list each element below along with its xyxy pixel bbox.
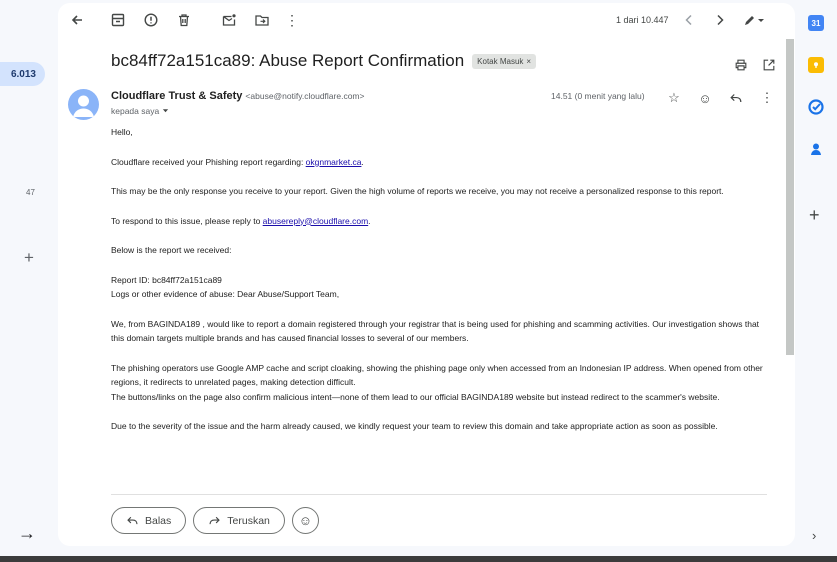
sender-row: Cloudflare Trust & Safety <abuse@notify.… [111, 90, 364, 102]
contacts-icon[interactable] [808, 141, 824, 157]
abuse-reply-email-link[interactable]: abusereply@cloudflare.com [263, 216, 369, 226]
text: To respond to this issue, please reply t… [111, 215, 263, 226]
chevron-left-icon[interactable] [678, 9, 700, 31]
forward-button[interactable]: Teruskan [193, 507, 285, 534]
text: . [361, 156, 364, 167]
reply-label: Balas [145, 514, 172, 527]
right-sidebar: 31 + › [800, 0, 837, 562]
inbox-count: 6.013 [10, 68, 36, 80]
paragraph: Due to the severity of the issue and the… [111, 421, 718, 431]
emoji-button[interactable]: ☺ [291, 507, 319, 534]
paragraph: To respond to this issue, please reply t… [111, 214, 771, 229]
other-count: 47 [26, 188, 35, 197]
label-chip[interactable]: Kotak Masuk × [472, 53, 537, 69]
sender-name[interactable]: Cloudflare Trust & Safety [111, 90, 242, 102]
keep-icon[interactable] [808, 57, 824, 73]
back-icon[interactable] [66, 9, 88, 31]
toolbar: ⋮ 1 dari 10.447 [58, 3, 795, 37]
move-to-icon[interactable] [251, 9, 273, 31]
paragraph: We, from BAGINDA189 , would like to repo… [111, 318, 760, 344]
reply-icon [127, 516, 138, 525]
more-vert-icon[interactable]: ⋮ [281, 9, 303, 31]
recipient-text: kepada saya [111, 106, 160, 116]
emoji-icon: ☺ [298, 513, 313, 528]
caret-down-icon[interactable] [162, 106, 169, 116]
label-chip-text: Kotak Masuk [477, 56, 524, 66]
timestamp: 14.51 (0 menit yang lalu) [551, 91, 645, 101]
paragraph: This may be the only response you receiv… [111, 186, 724, 196]
text: Cloudflare received your Phishing report… [111, 156, 306, 167]
chevron-right-icon[interactable]: › [812, 528, 816, 543]
text: . [368, 215, 371, 226]
print-icon[interactable] [733, 57, 749, 73]
report-spam-icon[interactable] [140, 9, 162, 31]
pager-text: 1 dari 10.447 [616, 15, 669, 25]
evidence-line: Logs or other evidence of abuse: Dear Ab… [111, 289, 340, 299]
add-label-icon[interactable]: + [24, 249, 34, 266]
recipient-line[interactable]: kepada saya [111, 106, 169, 116]
subject-row: bc84ff72a151ca89: Abuse Report Confirmat… [111, 51, 537, 71]
paragraph: The phishing operators use Google AMP ca… [111, 362, 763, 388]
calendar-icon[interactable]: 31 [808, 15, 824, 31]
message-actions: ☆ ☺ ⋮ [664, 88, 777, 108]
expand-arrow-icon[interactable]: → [18, 524, 36, 542]
report-id: Report ID: bc84ff72a151ca89 [111, 274, 222, 285]
archive-icon[interactable] [107, 9, 129, 31]
close-icon[interactable]: × [526, 57, 531, 66]
bottom-bar [0, 556, 837, 562]
avatar[interactable] [68, 89, 99, 120]
left-rail: 6.013 47 + → [0, 0, 58, 562]
delete-icon[interactable] [173, 9, 195, 31]
reported-domain-link[interactable]: okgnmarket.ca [306, 157, 362, 167]
greeting: Hello, [111, 127, 133, 137]
add-app-icon[interactable]: + [809, 206, 820, 224]
more-vert-icon[interactable]: ⋮ [757, 88, 777, 108]
paragraph: The buttons/links on the page also confi… [111, 391, 720, 402]
emoji-reaction-icon[interactable]: ☺ [695, 88, 715, 108]
email-subject: bc84ff72a151ca89: Abuse Report Confirmat… [111, 51, 465, 70]
scrollbar-thumb[interactable] [786, 39, 794, 355]
paragraph: Below is the report we received: [111, 245, 232, 255]
email-card: ⋮ 1 dari 10.447 bc84ff72a151ca89: Abuse … [58, 3, 795, 546]
paragraph: Cloudflare received your Phishing report… [111, 155, 771, 170]
star-icon[interactable]: ☆ [664, 88, 684, 108]
reply-button[interactable]: Balas [111, 507, 187, 534]
reply-icon[interactable] [726, 88, 746, 108]
input-tools-icon[interactable] [739, 9, 769, 31]
reply-bar: Balas Teruskan ☺ [111, 507, 319, 534]
header-actions [733, 57, 777, 73]
open-new-window-icon[interactable] [761, 57, 777, 73]
sender-email: <abuse@notify.cloudflare.com> [245, 91, 365, 101]
divider [111, 494, 767, 495]
forward-label: Teruskan [227, 514, 270, 527]
mark-unread-icon[interactable] [218, 9, 240, 31]
forward-icon [209, 516, 221, 525]
tasks-icon[interactable] [808, 99, 824, 115]
chevron-right-icon[interactable] [709, 9, 731, 31]
email-body: Hello, Cloudflare received your Phishing… [111, 125, 771, 449]
inbox-count-badge[interactable]: 6.013 [0, 62, 45, 86]
